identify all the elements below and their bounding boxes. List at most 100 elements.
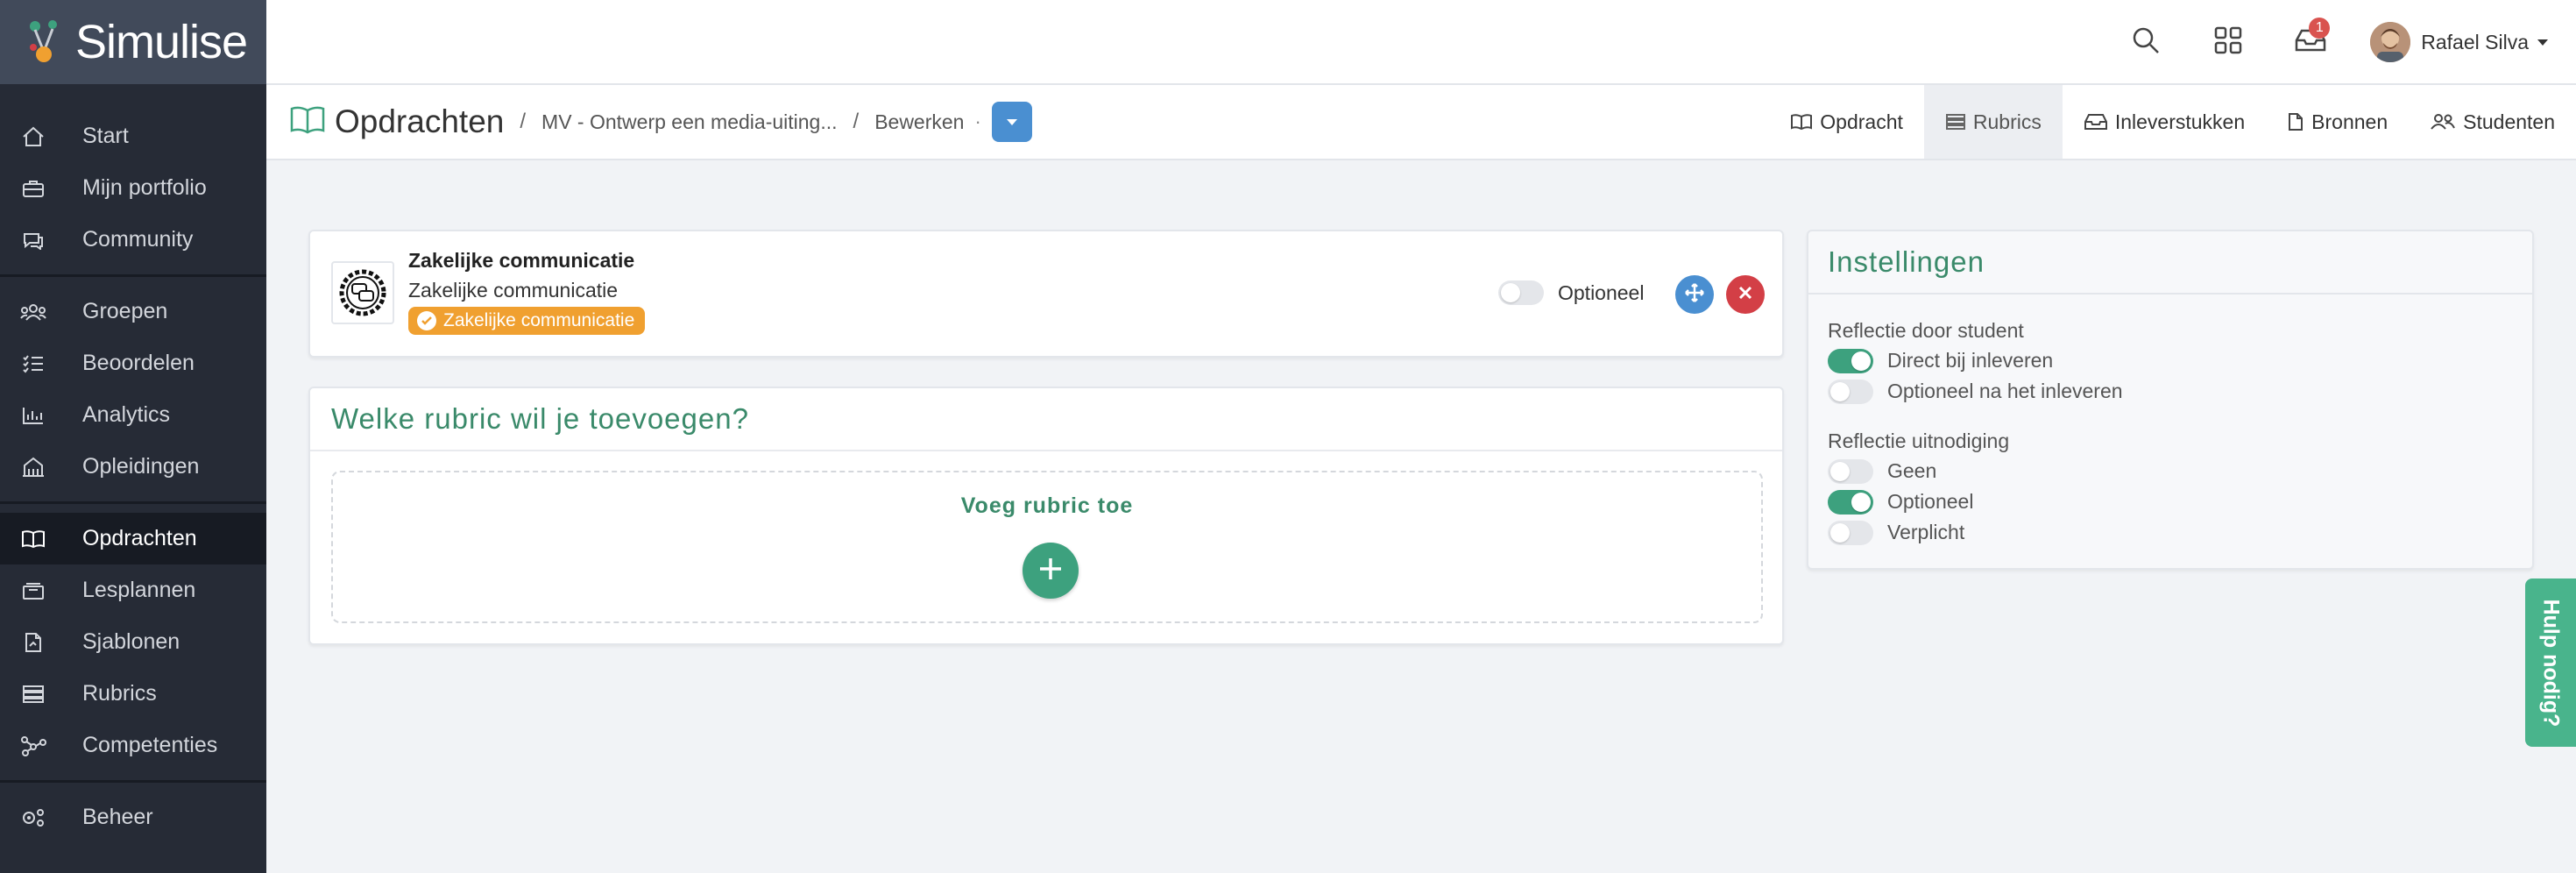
user-menu[interactable]: Rafael Silva xyxy=(2370,22,2548,62)
optional-invite-toggle[interactable] xyxy=(1828,489,1873,515)
sidebar-item-opdrachten[interactable]: Opdrachten xyxy=(0,513,266,564)
sidebar-item-label: Community xyxy=(82,227,194,252)
optional-label: Optioneel xyxy=(1558,280,1645,304)
tab-label: Opdracht xyxy=(1820,110,1903,133)
reflection-student-label: Reflectie door student xyxy=(1828,319,2024,342)
tab-inleverstukken[interactable]: Inleverstukken xyxy=(2063,85,2266,159)
sidebar-item-beoordelen[interactable]: Beoordelen xyxy=(0,337,266,389)
users-icon xyxy=(2430,113,2456,131)
breadcrumb-edit: Bewerken xyxy=(874,110,965,133)
tag-label: Zakelijke communicatie xyxy=(443,310,635,330)
book-icon xyxy=(289,105,326,139)
sidebar-item-label: Groepen xyxy=(82,299,168,323)
sidebar-item-start[interactable]: Start xyxy=(0,110,266,162)
home-icon xyxy=(18,124,49,149)
reflection-invite-label: Reflectie uitnodiging xyxy=(1828,429,2010,452)
user-name: Rafael Silva xyxy=(2421,30,2529,53)
inbox-button[interactable]: 1 xyxy=(2288,18,2333,65)
sidebar-item-analytics[interactable]: Analytics xyxy=(0,389,266,441)
move-icon xyxy=(1684,282,1705,308)
sidebar-item-label: Start xyxy=(82,124,129,148)
simulise-logo-icon xyxy=(26,18,72,67)
required-toggle[interactable] xyxy=(1828,520,1873,545)
sidebar-item-competenties[interactable]: Competenties xyxy=(0,720,266,771)
competence-tag: Zakelijke communicatie xyxy=(408,307,646,335)
search-button[interactable] xyxy=(2123,19,2169,65)
plus-icon xyxy=(1037,556,1064,586)
sidebar-item-sjablonen[interactable]: Sjablonen xyxy=(0,616,266,668)
optional-after-submit-toggle[interactable] xyxy=(1828,379,1873,404)
avatar xyxy=(2370,22,2411,62)
add-rubric-label: Voeg rubric toe xyxy=(960,493,1134,518)
rubric-icon xyxy=(18,682,49,706)
move-button[interactable] xyxy=(1675,275,1714,314)
sidebar-divider xyxy=(0,274,266,277)
sidebar: Simulise Start Mijn portfolio Community … xyxy=(0,0,266,873)
add-rubric-heading: Welke rubric wil je toevoegen? xyxy=(310,388,1782,451)
sidebar-item-label: Analytics xyxy=(82,402,171,427)
help-label: Hulp nodig? xyxy=(2538,599,2564,727)
tab-label: Rubrics xyxy=(1972,110,2042,133)
setting-label: Direct bij inleveren xyxy=(1887,349,2054,372)
tab-studenten[interactable]: Studenten xyxy=(2409,85,2576,159)
setting-row: Geen xyxy=(1828,456,2009,486)
book-icon xyxy=(1790,113,1813,131)
tab-label: Studenten xyxy=(2463,110,2555,133)
sidebar-item-label: Rubrics xyxy=(82,681,157,706)
setting-row: Direct bij inleveren xyxy=(1828,345,2123,376)
inbox-icon xyxy=(2084,113,2108,131)
breadcrumb-dot: · xyxy=(974,110,981,132)
sidebar-item-label: Beheer xyxy=(82,805,153,829)
setting-row: Optioneel na het inleveren xyxy=(1828,376,2123,407)
setting-label: Optioneel xyxy=(1887,490,1974,513)
sidebar-item-label: Lesplannen xyxy=(82,578,196,602)
app-name: Simulise xyxy=(75,16,248,68)
sidebar-item-community[interactable]: Community xyxy=(0,214,266,266)
competence-image xyxy=(331,261,394,324)
apps-button[interactable] xyxy=(2205,19,2251,65)
sidebar-item-opleidingen[interactable]: Opleidingen xyxy=(0,441,266,493)
breadcrumb-assignment[interactable]: MV - Ontwerp een media-uiting... xyxy=(541,110,837,134)
bar-chart-icon xyxy=(18,403,49,428)
none-toggle[interactable] xyxy=(1828,458,1873,484)
add-rubric-button[interactable] xyxy=(1023,543,1079,599)
chat-gear-icon xyxy=(339,269,386,316)
direct-submit-toggle[interactable] xyxy=(1828,348,1873,373)
sidebar-item-rubrics[interactable]: Rubrics xyxy=(0,668,266,720)
sidebar-item-beheer[interactable]: Beheer xyxy=(0,791,266,843)
sidebar-item-label: Beoordelen xyxy=(82,351,195,375)
breadcrumb-separator: / xyxy=(520,110,527,133)
sidebar-divider xyxy=(0,501,266,504)
briefcase-icon xyxy=(18,176,49,201)
delete-button[interactable] xyxy=(1726,275,1765,314)
sidebar-item-label: Opleidingen xyxy=(82,454,200,479)
settings-icon xyxy=(18,806,49,830)
tab-label: Inleverstukken xyxy=(2114,110,2246,133)
optional-toggle[interactable] xyxy=(1498,280,1544,305)
tab-bronnen[interactable]: Bronnen xyxy=(2266,85,2409,159)
logo[interactable]: Simulise xyxy=(0,0,266,84)
sidebar-item-label: Sjablonen xyxy=(82,629,180,654)
settings-card: Instellingen Reflectie door student Dire… xyxy=(1807,230,2534,570)
sidebar-item-lesplannen[interactable]: Lesplannen xyxy=(0,564,266,616)
competence-card: Zakelijke communicatie Zakelijke communi… xyxy=(308,230,1784,358)
sidebar-item-label: Mijn portfolio xyxy=(82,175,207,200)
sidebar-item-label: Competenties xyxy=(82,733,218,757)
actions-dropdown-button[interactable] xyxy=(991,102,1032,142)
grid-icon xyxy=(2214,26,2242,59)
page-title[interactable]: Opdrachten xyxy=(335,103,504,140)
tab-bar: Opdracht Rubrics Inleverstukken Bronnen … xyxy=(1769,85,2576,159)
setting-label: Geen xyxy=(1887,459,1937,482)
sidebar-item-mijn-portfolio[interactable]: Mijn portfolio xyxy=(0,162,266,214)
users-icon xyxy=(18,300,49,324)
reflection-invite-group: Reflectie uitnodiging Geen Optioneel Ver… xyxy=(1828,426,2009,548)
building-icon xyxy=(18,455,49,479)
help-tab[interactable]: Hulp nodig? xyxy=(2525,578,2576,747)
settings-heading: Instellingen xyxy=(1808,231,2532,295)
reflection-student-group: Reflectie door student Direct bij inleve… xyxy=(1828,316,2123,407)
tab-rubrics[interactable]: Rubrics xyxy=(1923,85,2063,159)
setting-label: Verplicht xyxy=(1887,521,1965,543)
add-rubric-dropzone[interactable]: Voeg rubric toe xyxy=(331,471,1763,623)
tab-opdracht[interactable]: Opdracht xyxy=(1769,85,1924,159)
sidebar-item-groepen[interactable]: Groepen xyxy=(0,286,266,337)
